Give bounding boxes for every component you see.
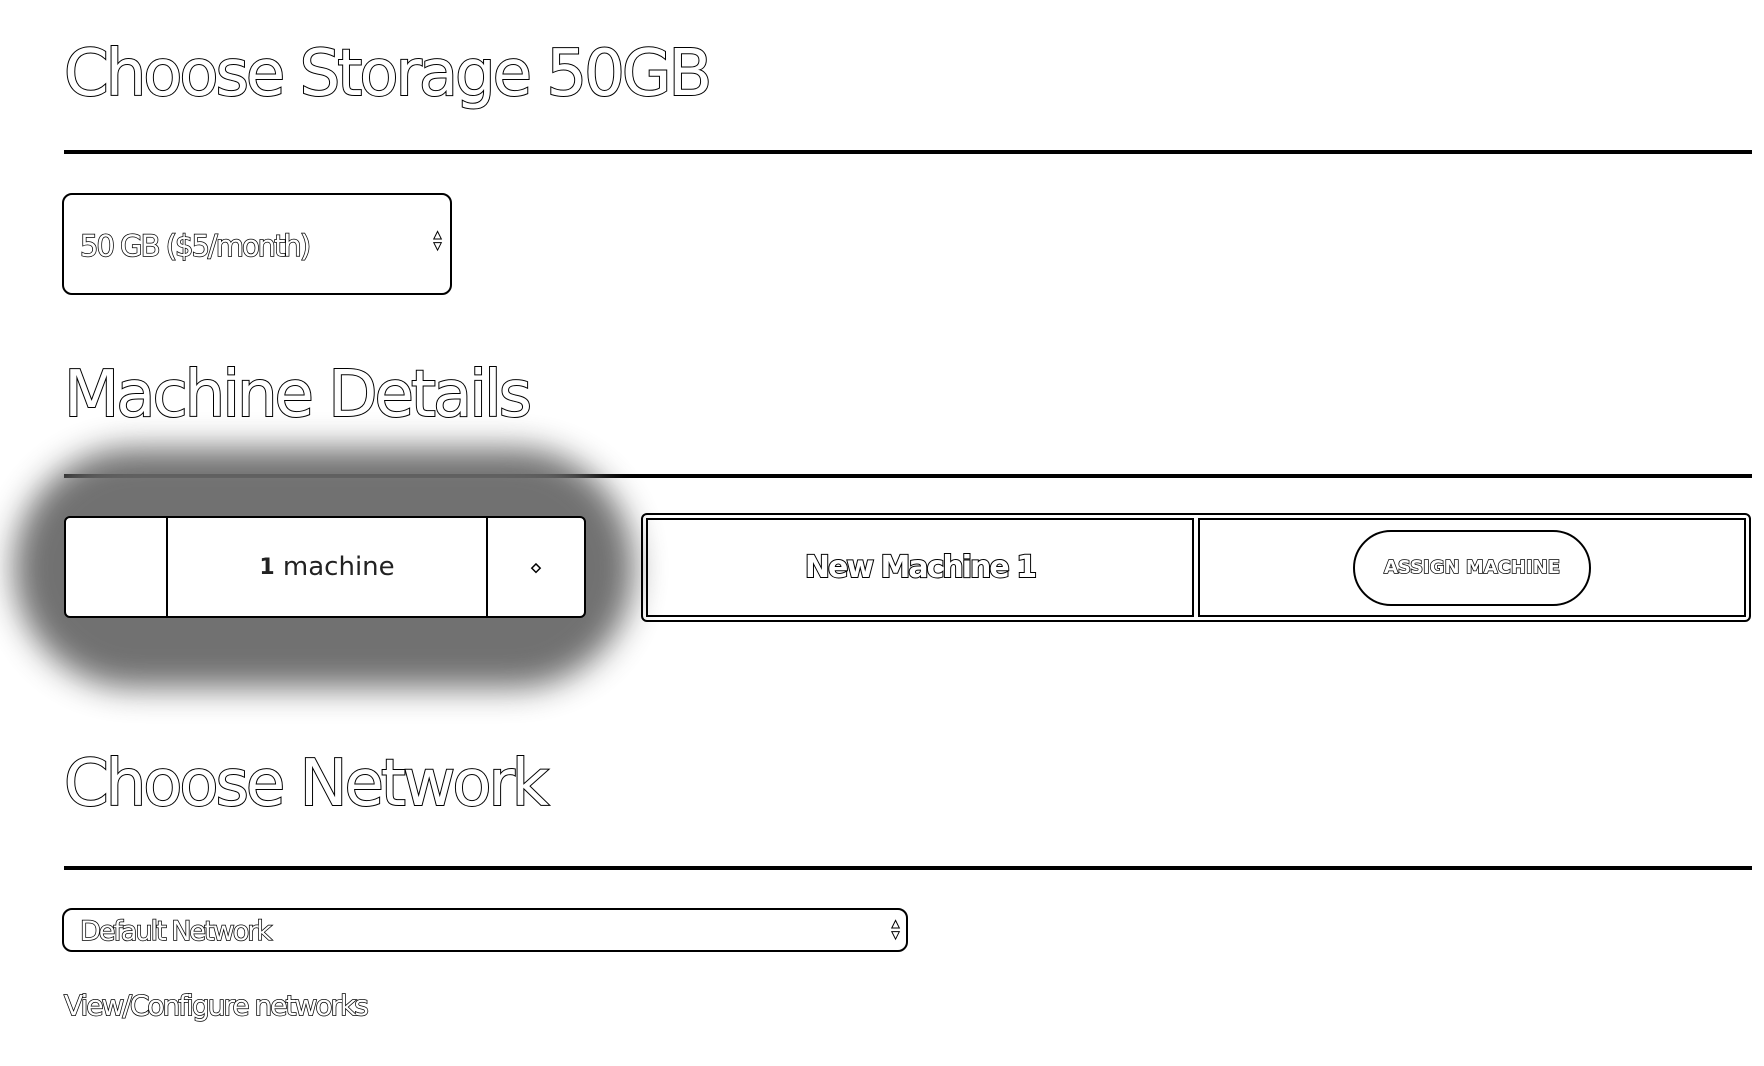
select-arrows-icon: ▲ ▼ bbox=[889, 916, 903, 942]
select-arrows-icon: ▲ ▼ bbox=[431, 227, 445, 253]
network-divider bbox=[64, 866, 1752, 870]
network-heading: Choose Network bbox=[63, 747, 550, 821]
network-select[interactable]: Default Network ▲ ▼ bbox=[62, 908, 908, 952]
storage-select[interactable]: 50 GB ($5/month) ▲ ▼ bbox=[62, 193, 452, 295]
storage-heading: Choose Storage 50GB bbox=[63, 37, 713, 111]
storage-divider bbox=[64, 150, 1752, 154]
machine-count-value: 1 bbox=[259, 554, 275, 580]
machine-details-heading: Machine Details bbox=[63, 358, 533, 432]
machine-count-unit: machine bbox=[282, 552, 395, 582]
stepper-arrows-icon: ◆ bbox=[531, 561, 541, 575]
assign-machine-label: ASSIGN MACHINE bbox=[1383, 556, 1561, 579]
machine-count-stepper[interactable]: 1 machine ◆ bbox=[64, 516, 586, 618]
machine-count-display[interactable]: 1 machine bbox=[168, 518, 488, 616]
configure-networks-link[interactable]: View/Configure networks bbox=[63, 988, 369, 1023]
machine-action-cell: ASSIGN MACHINE bbox=[1198, 518, 1746, 617]
stepper-arrows[interactable]: ◆ bbox=[488, 518, 584, 616]
assign-machine-button[interactable]: ASSIGN MACHINE bbox=[1353, 529, 1591, 606]
network-select-value: Default Network bbox=[79, 915, 272, 948]
stepper-decrement-area[interactable] bbox=[66, 518, 168, 616]
storage-select-value: 50 GB ($5/month) bbox=[79, 228, 312, 264]
machine-row: New Machine 1 ASSIGN MACHINE bbox=[641, 513, 1751, 622]
machine-name: New Machine 1 bbox=[804, 549, 1038, 586]
machine-name-cell: New Machine 1 bbox=[646, 518, 1194, 617]
